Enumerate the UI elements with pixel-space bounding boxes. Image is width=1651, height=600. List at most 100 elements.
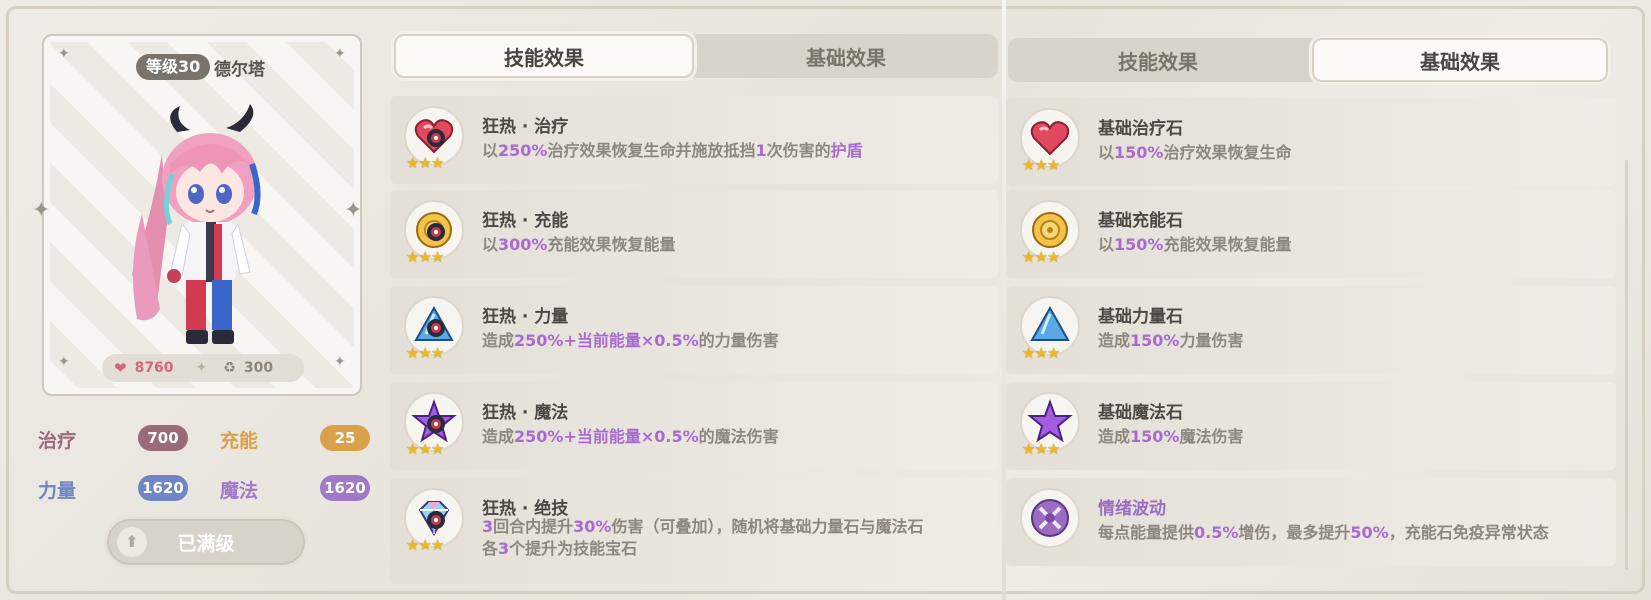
charge-label: 充能 (220, 430, 259, 452)
star-rating: ★★★ (406, 536, 444, 554)
hp-energy-bar: ❤ 8760 ✦ ♻ 300 (102, 354, 304, 382)
desc-text: 的魔法伤害 (698, 427, 779, 446)
heal-value: 700 (138, 425, 188, 451)
desc-text: 个提升为技能宝石 (509, 539, 638, 558)
star-rating: ★★★ (406, 248, 444, 266)
effect-title: 情绪波动 (1098, 499, 1166, 519)
desc-text: 增伤，最多提升 (1238, 523, 1351, 542)
skill-title: 狂热 · 治疗 (482, 117, 569, 137)
desc-text: 充能效果恢复能量 (1163, 235, 1292, 254)
upgrade-icon: ⬆ (117, 527, 147, 557)
skill-row[interactable]: ★★★ 狂热 · 充能 以300%充能效果恢复能量 (390, 190, 998, 278)
base-effect-row[interactable]: ★★★ 基础治疗石以150%治疗效果恢复生命 (1006, 98, 1616, 186)
star-rating: ★★★ (1022, 248, 1060, 266)
desc-text: 充能效果恢复能量 (547, 235, 676, 254)
game-window: 等级30 德尔塔 ✦ ✦ ✦ ✦ ✦ ✦ ❤ 8760 ✦ ♻ 300 治疗 7… (0, 0, 1651, 600)
desc-text: 力量伤害 (1179, 331, 1244, 350)
max-level-button[interactable]: ⬆ 已满级 (104, 516, 308, 568)
desc-text: 以 (1098, 235, 1115, 254)
power-value: 1620 (138, 475, 188, 501)
effect-title: 基础力量石 (1098, 307, 1183, 327)
base-effect-row[interactable]: ★★★ 基础力量石造成150%力量伤害 (1006, 286, 1616, 374)
effect-title: 基础治疗石 (1098, 119, 1183, 139)
charge-value: 25 (320, 425, 370, 451)
desc-line: 各3个提升为技能宝石 (482, 538, 923, 560)
highlight-value: 1 (755, 141, 767, 160)
highlight-value: 150% (1130, 427, 1180, 446)
desc-text: 的力量伤害 (698, 331, 779, 350)
effect-description: 造成150%魔法伤害 (1098, 426, 1243, 448)
sparkle-icon: ✦ (32, 198, 51, 223)
tab-skill-effects[interactable]: 技能效果 (1008, 38, 1308, 82)
power-label: 力量 (38, 480, 77, 502)
magic-label: 魔法 (220, 480, 259, 502)
effect-title: 基础魔法石 (1098, 403, 1183, 423)
desc-text: 造成 (482, 427, 515, 446)
highlight-value: 30% (573, 517, 612, 536)
energy-value: 300 (243, 360, 274, 376)
highlight-value: 3 (498, 539, 510, 558)
skill-row[interactable]: ★★★ 狂热 · 绝技 3回合内提升30%伤害（可叠加），随机将基础力量石与魔法石各… (390, 478, 998, 584)
desc-text: 魔法伤害 (1179, 427, 1244, 446)
tab-skill-effects[interactable]: 技能效果 (394, 34, 694, 78)
desc-text: 以 (1098, 143, 1115, 162)
desc-text: 以 (482, 235, 499, 254)
sparkle-icon: ✦ (344, 198, 363, 223)
character-card: 等级30 德尔塔 ✦ ✦ ✦ ✦ ✦ ✦ ❤ 8760 ✦ ♻ 300 (32, 34, 363, 396)
sparkle-icon: ✦ (58, 354, 70, 370)
heal-label: 治疗 (38, 430, 77, 452)
base-effect-row[interactable]: ★★★ 基础充能石以150%充能效果恢复能量 (1006, 190, 1616, 278)
desc-text: ，充能石免疫异常状态 (1388, 523, 1549, 542)
star-rating: ★★★ (406, 440, 444, 458)
highlight-value: 3 (482, 517, 494, 536)
max-level-label: 已满级 (177, 532, 235, 555)
effect-title: 基础充能石 (1098, 211, 1183, 231)
tab-base-effects[interactable]: 基础效果 (1312, 38, 1608, 82)
tab-base-effects[interactable]: 基础效果 (694, 34, 998, 78)
desc-text: 造成 (1098, 331, 1131, 350)
hp-value: 8760 (134, 360, 174, 376)
effect-description: 以150%治疗效果恢复生命 (1098, 142, 1291, 164)
base-effect-row[interactable]: 情绪波动每点能量提供0.5%增伤，最多提升50%，充能石免疫异常状态 (1006, 478, 1616, 566)
star-rating: ★★★ (1022, 156, 1060, 174)
desc-text: 治疗效果恢复生命 (1163, 143, 1292, 162)
skill-row[interactable]: ★★★ 狂热 · 魔法 造成250%+当前能量×0.5%的魔法伤害 (390, 382, 998, 470)
highlight-value: 250%+当前能量×0.5% (514, 331, 699, 350)
scrollbar[interactable] (1625, 160, 1628, 570)
charge-gem-icon-graphic (1032, 212, 1068, 248)
highlight-value: 150% (1130, 331, 1180, 350)
heart-icon: ❤ (114, 359, 127, 377)
power-gem-icon-graphic (1030, 305, 1070, 341)
desc-text: 伤害（可叠加），随机将基础力量石与魔法石 (611, 517, 924, 536)
effect-description: 每点能量提供0.5%增伤，最多提升50%，充能石免疫异常状态 (1098, 522, 1549, 544)
highlight-value: 150% (1114, 143, 1164, 162)
desc-line: 3回合内提升30%伤害（可叠加），随机将基础力量石与魔法石 (482, 516, 923, 538)
desc-text: 以 (482, 141, 499, 160)
desc-text: 造成 (482, 331, 515, 350)
tab-bar-right: 技能效果 基础效果 (1008, 38, 1608, 82)
sparkle-icon: ✦ (334, 354, 346, 370)
character-name: 德尔塔 (214, 60, 265, 80)
star-rating: ★★★ (1022, 440, 1060, 458)
magic-star-icon-graphic (1027, 399, 1073, 443)
skill-row[interactable]: ★★★ 狂热 · 治疗 以250%治疗效果恢复生命并施放抵挡1次伤害的护盾 (390, 96, 998, 184)
highlight-value: 50% (1350, 523, 1389, 542)
effect-description: 造成150%力量伤害 (1098, 330, 1243, 352)
skill-description: 3回合内提升30%伤害（可叠加），随机将基础力量石与魔法石 各3个提升为技能宝石 (482, 516, 923, 560)
star-rating: ★★★ (406, 344, 444, 362)
character-portrait (132, 104, 261, 344)
crossed-swords-icon-graphic (1031, 499, 1069, 537)
magic-value: 1620 (320, 475, 370, 501)
desc-text: 次伤害的 (766, 141, 831, 160)
base-effect-row[interactable]: ★★★ 基础魔法石造成150%魔法伤害 (1006, 382, 1616, 470)
highlight-value: 150% (1114, 235, 1164, 254)
sparkle-icon: ✦ (195, 360, 208, 376)
skill-description: 以300%充能效果恢复能量 (482, 234, 675, 256)
highlight-value: 250%+当前能量×0.5% (514, 427, 699, 446)
star-rating: ★★★ (1022, 344, 1060, 362)
sparkle-icon: ✦ (58, 46, 70, 62)
skill-row[interactable]: ★★★ 狂热 · 力量 造成250%+当前能量×0.5%的力量伤害 (390, 286, 998, 374)
level-badge: 等级30 (136, 54, 211, 80)
skill-title: 狂热 · 充能 (482, 211, 569, 231)
highlight-value: 300% (498, 235, 548, 254)
